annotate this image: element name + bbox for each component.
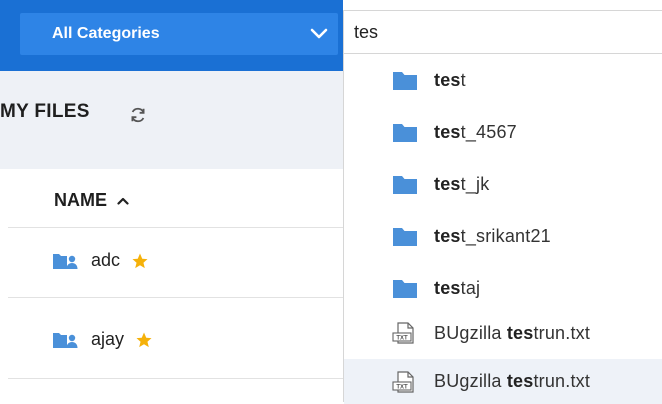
folder-icon — [393, 124, 417, 142]
category-dropdown[interactable]: All Categories — [20, 13, 338, 55]
search-result-label: test_jk — [434, 173, 490, 194]
search-results-dropdown: test test_4567 test_jk test_srikant21 te… — [343, 54, 662, 404]
row-name: ajay — [91, 329, 125, 349]
sort-ascending-icon — [117, 197, 129, 205]
search-result-folder[interactable]: test_srikant21 — [344, 210, 662, 262]
svg-text:TXT: TXT — [396, 384, 408, 390]
table-row[interactable]: ajay — [52, 329, 153, 350]
star-icon[interactable] — [135, 331, 153, 349]
row-name: adc — [91, 250, 121, 270]
svg-text:TXT: TXT — [396, 336, 408, 342]
folder-icon — [393, 72, 417, 90]
files-pane: All Categories MY FILES NAME adc ajay — [0, 0, 343, 402]
shared-folder-icon — [53, 333, 78, 348]
search-result-label: test — [434, 69, 466, 90]
star-icon[interactable] — [131, 252, 149, 270]
row-divider — [8, 227, 343, 228]
row-divider — [8, 378, 343, 379]
folder-icon — [393, 176, 417, 194]
row-divider — [8, 297, 343, 298]
refresh-icon[interactable] — [129, 106, 147, 124]
table-row[interactable]: adc — [52, 250, 149, 271]
search-box[interactable] — [343, 10, 662, 54]
search-result-file[interactable]: TXT BUgzilla testrun.txt — [344, 359, 662, 404]
search-result-file[interactable]: TXT BUgzilla testrun.txt — [344, 307, 662, 359]
txt-file-icon: TXT — [392, 322, 414, 344]
search-result-folder[interactable]: test_jk — [344, 158, 662, 210]
name-column-label: NAME — [54, 190, 107, 210]
chevron-down-icon — [310, 28, 328, 39]
shared-folder-icon — [53, 254, 78, 269]
search-result-label: testaj — [434, 277, 481, 298]
name-column-header[interactable]: NAME — [54, 190, 129, 211]
search-input[interactable] — [354, 21, 662, 43]
my-files-header: MY FILES — [0, 71, 343, 169]
folder-icon — [393, 280, 417, 298]
search-result-label: test_srikant21 — [434, 225, 551, 246]
folder-icon — [393, 228, 417, 246]
category-bar: All Categories — [0, 0, 343, 71]
page-title: MY FILES — [0, 101, 90, 122]
search-result-label: BUgzilla testrun.txt — [434, 322, 591, 343]
txt-file-icon: TXT — [392, 370, 414, 393]
search-result-label: BUgzilla testrun.txt — [434, 371, 591, 391]
search-result-folder[interactable]: test — [344, 54, 662, 106]
search-result-label: test_4567 — [434, 121, 517, 142]
category-dropdown-label: All Categories — [52, 25, 160, 42]
search-result-folder[interactable]: test_4567 — [344, 106, 662, 158]
